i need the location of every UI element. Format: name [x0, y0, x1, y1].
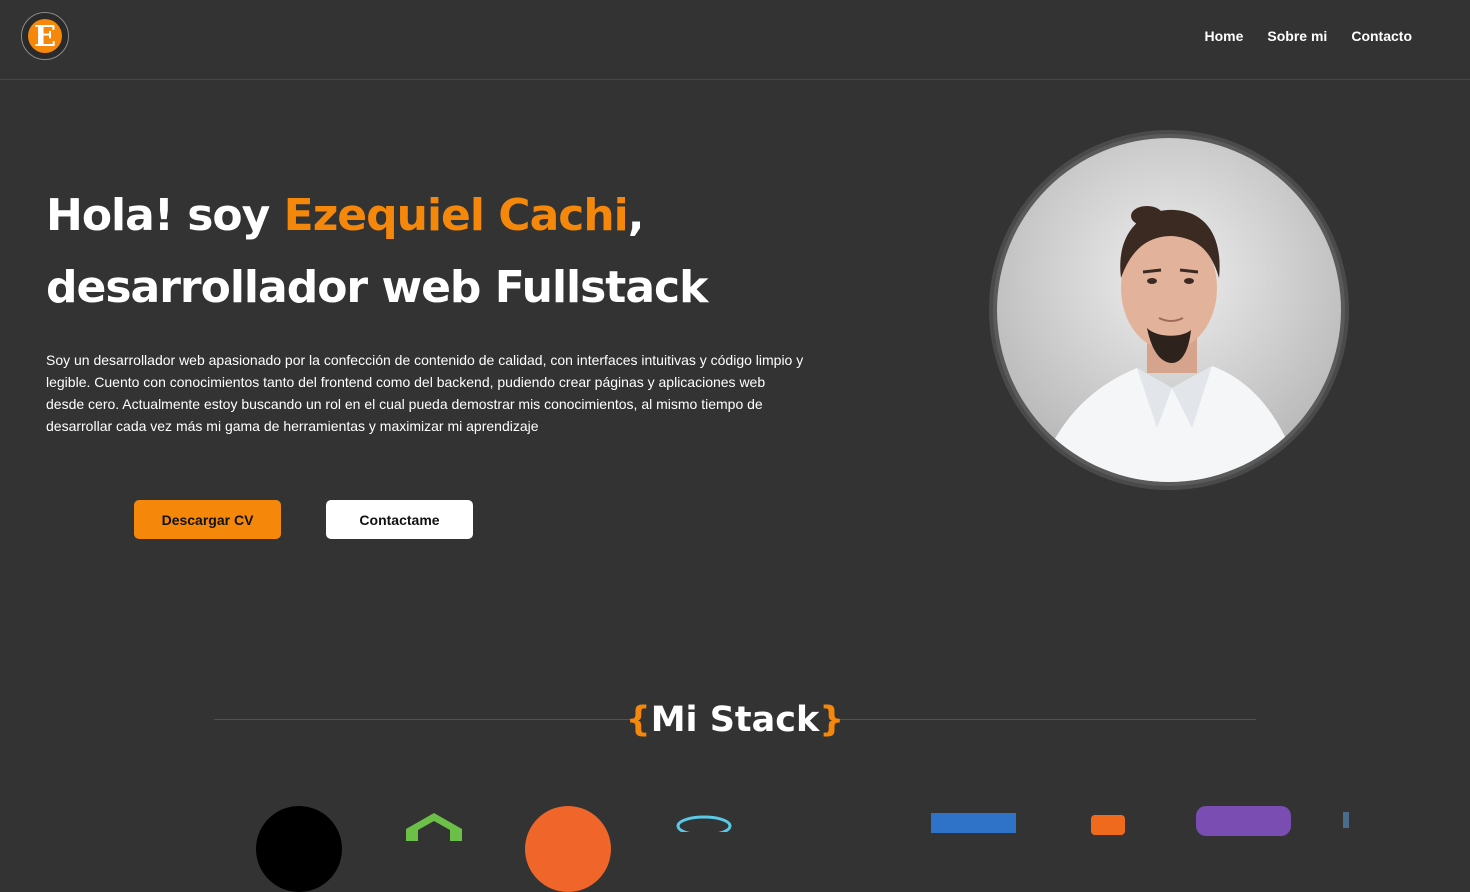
navbar: E Home Sobre mi Contacto — [0, 0, 1470, 80]
partial-tech-icon — [1343, 812, 1349, 828]
logo-letter: E — [33, 19, 57, 53]
person-illustration — [1037, 206, 1302, 482]
hero-greeting: Hola! soy — [46, 190, 284, 241]
hero-title: Hola! soy Ezequiel Cachi, desarrollador … — [46, 180, 708, 324]
nav-link-sobre-mi[interactable]: Sobre mi — [1267, 26, 1327, 46]
profile-avatar — [989, 130, 1349, 490]
nav-link-contacto[interactable]: Contacto — [1351, 26, 1412, 46]
php-icon — [1196, 806, 1291, 836]
hero-description: Soy un desarrollador web apasionado por … — [46, 352, 804, 434]
css3-icon — [931, 813, 1016, 833]
nav-links: Home Sobre mi Contacto — [1205, 26, 1412, 46]
stack-close-brace: } — [819, 700, 845, 740]
mysql-icon — [1091, 815, 1125, 835]
nav-link-home[interactable]: Home — [1205, 26, 1244, 46]
site-logo[interactable]: E — [21, 12, 69, 60]
nextjs-icon — [256, 806, 342, 892]
download-cv-button[interactable]: Descargar CV — [134, 500, 281, 539]
nodejs-icon — [406, 813, 462, 841]
contact-button[interactable]: Contactame — [326, 500, 473, 539]
hero-role: desarrollador web Fullstack — [46, 262, 708, 313]
profile-photo — [997, 138, 1341, 482]
react-icon — [676, 815, 732, 832]
stack-title-text: Mi Stack — [650, 700, 820, 740]
hero-name: Ezequiel Cachi — [283, 190, 629, 241]
stack-section-title: {Mi Stack} — [0, 696, 1470, 744]
hero-comma: , — [627, 190, 645, 241]
html5-icon — [525, 806, 611, 892]
stack-open-brace: { — [625, 700, 651, 740]
